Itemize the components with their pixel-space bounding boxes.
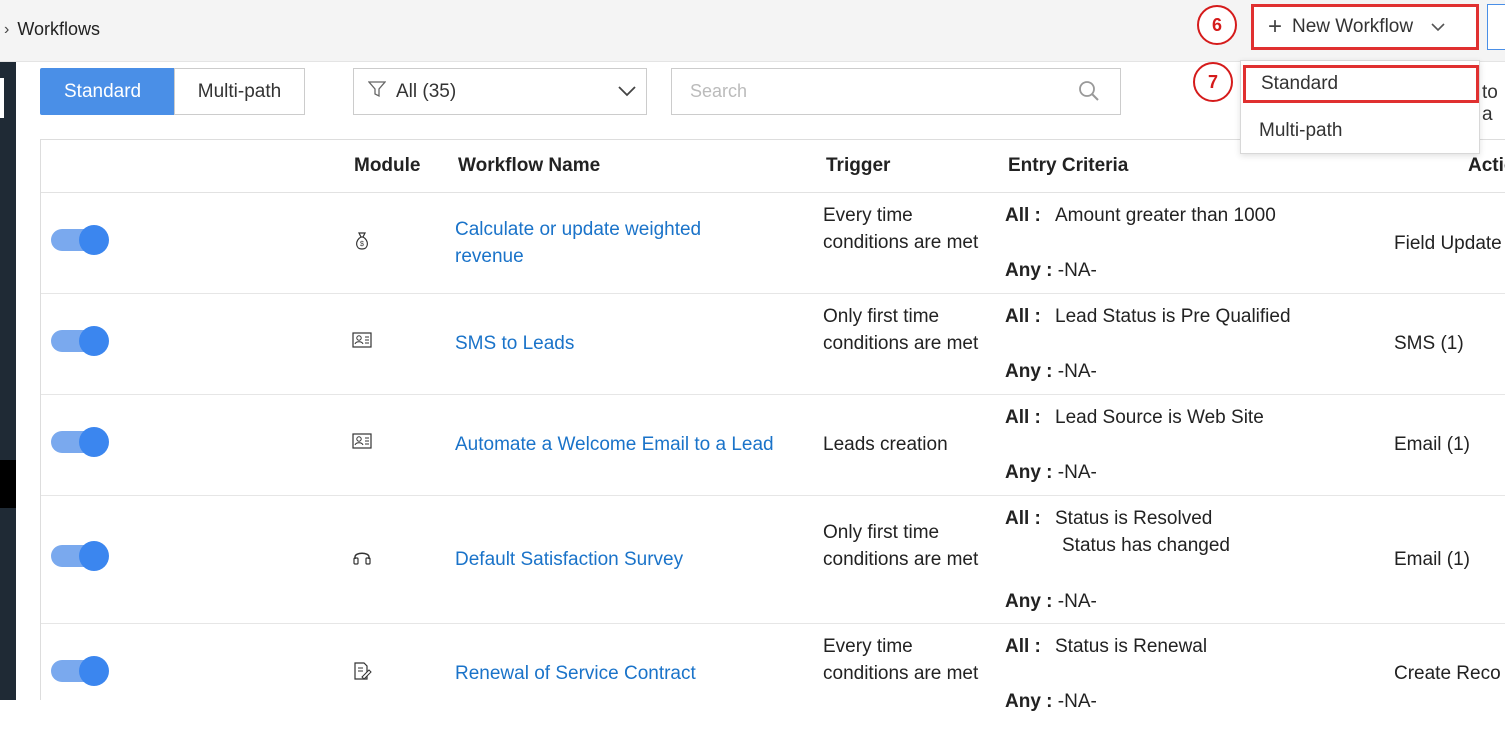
- search-box: [671, 68, 1121, 115]
- table-row: Default Satisfaction Survey Only first t…: [41, 496, 1505, 624]
- trigger-text: Only first time conditions are met: [823, 306, 979, 354]
- header-trigger[interactable]: Trigger: [826, 155, 890, 177]
- criteria-all: All : Lead Status is Pre Qualified: [1005, 306, 1291, 327]
- new-workflow-button[interactable]: + New Workflow: [1251, 4, 1479, 50]
- trigger-text: Every time conditions are met: [823, 205, 979, 253]
- search-input[interactable]: [672, 69, 1052, 114]
- breadcrumb: › Workflows: [4, 19, 100, 40]
- criteria-all: All : Amount greater than 1000: [1005, 205, 1276, 226]
- table-row: SMS to Leads Only first time conditions …: [41, 294, 1505, 395]
- rail-indicator: [0, 78, 4, 118]
- criteria-all-second: Status has changed: [1062, 535, 1230, 556]
- criteria-any: Any : -NA-: [1005, 691, 1097, 712]
- new-workflow-label: New Workflow: [1292, 16, 1414, 37]
- criteria-all: All : Lead Source is Web Site: [1005, 407, 1264, 428]
- overflow-text: to a: [1482, 82, 1498, 125]
- partial-button[interactable]: [1487, 4, 1505, 50]
- header-workflow-name[interactable]: Workflow Name: [458, 155, 600, 177]
- workflow-table: Module Workflow Name Trigger Entry Crite…: [40, 139, 1505, 712]
- filter-label: All (35): [396, 80, 457, 102]
- money-bag-icon: $: [352, 231, 372, 251]
- criteria-all: All : Status is Resolved: [1005, 508, 1213, 529]
- plus-icon: +: [1268, 13, 1283, 40]
- action-text: Email (1): [1394, 434, 1471, 455]
- rail-active-item[interactable]: [0, 460, 16, 508]
- criteria-any: Any : -NA-: [1005, 260, 1097, 281]
- criteria-any: Any : -NA-: [1005, 591, 1097, 612]
- step-marker-7: 7: [1193, 62, 1233, 102]
- edit-document-icon: [352, 661, 372, 681]
- action-text: Field Update: [1394, 233, 1502, 254]
- headset-icon: [352, 547, 372, 567]
- criteria-any: Any : -NA-: [1005, 462, 1097, 483]
- search-icon[interactable]: [1078, 80, 1100, 107]
- chevron-down-icon: [1431, 20, 1445, 35]
- criteria-all: All : Status is Renewal: [1005, 636, 1208, 657]
- criteria-any: Any : -NA-: [1005, 361, 1097, 382]
- table-row: $ Calculate or update weighted revenue E…: [41, 193, 1505, 294]
- table-row: Automate a Welcome Email to a Lead Leads…: [41, 395, 1505, 496]
- action-text: SMS (1): [1394, 333, 1464, 354]
- workflow-name-link[interactable]: SMS to Leads: [455, 330, 775, 357]
- active-toggle[interactable]: [51, 427, 109, 457]
- active-toggle[interactable]: [51, 225, 109, 255]
- workflow-type-toggle: Standard Multi-path: [40, 68, 305, 115]
- workflow-name-link[interactable]: Default Satisfaction Survey: [455, 546, 795, 573]
- active-toggle[interactable]: [51, 326, 109, 356]
- left-navigation-rail: [0, 62, 16, 700]
- chevron-down-icon: [618, 81, 636, 103]
- filter-dropdown[interactable]: All (35): [353, 68, 647, 115]
- step-marker-6: 6: [1197, 5, 1237, 45]
- active-toggle[interactable]: [51, 656, 109, 686]
- breadcrumb-workflows[interactable]: Workflows: [17, 19, 100, 40]
- active-toggle[interactable]: [51, 541, 109, 571]
- svg-text:$: $: [360, 241, 364, 248]
- workflow-name-link[interactable]: Calculate or update weighted revenue: [455, 216, 775, 270]
- tab-standard[interactable]: Standard: [40, 68, 174, 115]
- dropdown-item-standard[interactable]: Standard: [1243, 65, 1479, 103]
- tab-multi-path[interactable]: Multi-path: [174, 68, 305, 115]
- header-entry-criteria[interactable]: Entry Criteria: [1008, 155, 1128, 177]
- trigger-text: Every time conditions are met: [823, 636, 979, 684]
- action-text: Create Reco: [1394, 663, 1501, 684]
- workflow-name-link[interactable]: Automate a Welcome Email to a Lead: [455, 431, 815, 458]
- contact-card-icon: [352, 332, 372, 352]
- header-actions[interactable]: Actio: [1468, 155, 1505, 177]
- chevron-right-icon: ›: [4, 20, 10, 38]
- new-workflow-dropdown: Standard Multi-path: [1240, 60, 1480, 154]
- header-module[interactable]: Module: [354, 155, 421, 177]
- workflow-name-link[interactable]: Renewal of Service Contract: [455, 660, 795, 687]
- table-row: Renewal of Service Contract Every time c…: [41, 624, 1505, 734]
- trigger-text: Only first time conditions are met: [823, 522, 979, 570]
- action-text: Email (1): [1394, 549, 1471, 570]
- contact-card-icon: [352, 433, 372, 453]
- trigger-text: Leads creation: [823, 434, 948, 455]
- filter-icon: [367, 80, 387, 104]
- dropdown-item-multi-path[interactable]: Multi-path: [1241, 109, 1479, 153]
